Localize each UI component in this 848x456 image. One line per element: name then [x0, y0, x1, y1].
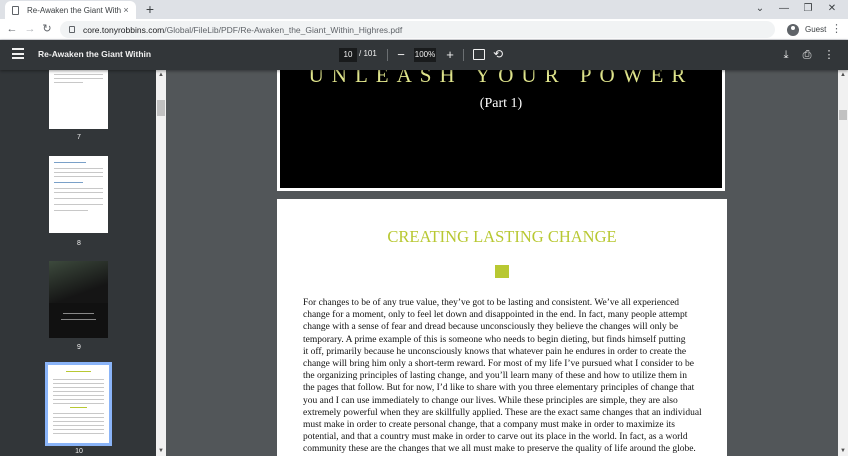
body-paragraph: For changes to be of any true value, the… — [303, 297, 709, 456]
zoom-in-button[interactable]: + — [443, 46, 457, 64]
thumbnail-page-7[interactable] — [49, 70, 108, 129]
pdf-page-10: CREATING LASTING CHANGE For changes to b… — [277, 199, 727, 456]
document-scrollbar[interactable]: ▲ ▼ — [838, 70, 848, 456]
text-line: the pages that follow. But for now, I’d … — [303, 383, 695, 394]
profile-label: Guest — [805, 25, 827, 34]
text-line: you and I can use immediately to change … — [303, 395, 678, 406]
forward-arrow-icon[interactable]: → — [23, 21, 37, 37]
text-line: extremely powerful when they are skillfu… — [303, 407, 702, 418]
more-options-icon[interactable]: ⋮ — [822, 47, 836, 63]
sidebar-scroll-thumb[interactable] — [157, 100, 165, 116]
thumbnail-number: 7 — [77, 134, 81, 141]
zoom-out-button[interactable]: − — [394, 46, 408, 64]
text-line: it off, primarily because he unconscious… — [303, 346, 687, 357]
text-line: community these are the changes that we … — [303, 444, 696, 455]
document-title: Re-Awaken the Giant Within — [38, 49, 152, 59]
tab-search-icon[interactable]: ⌄ — [748, 0, 772, 19]
url-path: /Global/FileLib/PDF/Re-Awaken_the_Giant_… — [164, 24, 403, 35]
guest-avatar-icon — [787, 23, 799, 36]
text-line: change for a moment, only to feel let do… — [303, 310, 688, 321]
browser-tab[interactable]: Re-Awaken the Giant Within × — [5, 1, 136, 19]
scroll-up-icon[interactable]: ▲ — [156, 70, 166, 80]
rotate-icon[interactable]: ⟲ — [492, 48, 504, 61]
address-bar[interactable]: core.tonyrobbins.com /Global/FileLib/PDF… — [60, 21, 775, 38]
separator — [387, 49, 388, 61]
scroll-up-icon[interactable]: ▲ — [838, 70, 848, 80]
close-tab-icon[interactable]: × — [121, 5, 131, 15]
chapter-heading: CREATING LASTING CHANGE — [387, 227, 617, 246]
sidebar-scrollbar[interactable]: ▲ ▼ — [156, 70, 166, 456]
menu-icon[interactable] — [12, 48, 24, 62]
minimize-button[interactable]: — — [772, 0, 796, 19]
thumbnail-page-8[interactable] — [49, 156, 108, 233]
page-total: / 101 — [359, 49, 377, 58]
url-host: core.tonyrobbins.com — [83, 24, 165, 35]
thumbnail-number: 9 — [77, 344, 81, 351]
close-window-button[interactable]: ✕ — [820, 0, 844, 19]
page-number-input[interactable]: 10 — [339, 48, 357, 62]
thumbnail-sidebar: 7 8 9 10 — [0, 70, 166, 456]
download-icon[interactable]: ⤓ — [779, 47, 793, 63]
text-line: the organizing principles of lasting cha… — [303, 371, 687, 382]
thumbnail-page-10-selected[interactable] — [45, 362, 112, 446]
back-arrow-icon[interactable]: ← — [5, 21, 19, 37]
pdf-toolbar: Re-Awaken the Giant Within 10 / 101 − 10… — [0, 40, 848, 70]
document-viewport[interactable]: UNLEASH YOUR POWER (Part 1) CREATING LAS… — [166, 70, 838, 456]
scroll-down-icon[interactable]: ▼ — [156, 446, 166, 456]
reload-icon[interactable]: ↻ — [40, 21, 54, 37]
print-icon[interactable]: ⎙ — [800, 47, 814, 63]
text-line: change with a sense of fear and dread be… — [303, 322, 679, 333]
pdf-page-part-title: UNLEASH YOUR POWER (Part 1) — [277, 70, 725, 191]
new-tab-button[interactable]: + — [143, 1, 157, 17]
zoom-input[interactable]: 100% — [414, 48, 436, 62]
text-line: For changes to be of any true value, the… — [303, 298, 680, 308]
tab-strip: Re-Awaken the Giant Within × + ⌄ — ❐ ✕ — [0, 0, 848, 19]
part-heading: UNLEASH YOUR POWER — [308, 70, 694, 87]
scroll-down-icon[interactable]: ▼ — [838, 446, 848, 456]
thumbnail-number: 10 — [75, 448, 83, 455]
profile-button[interactable]: Guest — [787, 22, 826, 37]
thumbnail-number: 8 — [77, 240, 81, 247]
fit-to-page-icon[interactable] — [473, 49, 485, 60]
decorative-square — [495, 265, 509, 278]
separator — [463, 49, 464, 61]
part-subheading: (Part 1) — [479, 96, 523, 111]
text-line: must make in order to create personal ch… — [303, 420, 675, 431]
lock-icon — [69, 26, 75, 33]
text-line: potential, and that a country must make … — [303, 432, 688, 443]
browser-menu-icon[interactable]: ⋮ — [831, 21, 842, 37]
text-line: temporary. A prime example of this is so… — [303, 334, 686, 345]
thumbnail-page-9[interactable] — [49, 261, 108, 338]
browser-toolbar: ← → ↻ core.tonyrobbins.com /Global/FileL… — [0, 19, 848, 40]
pdf-file-icon — [12, 5, 19, 15]
tab-title: Re-Awaken the Giant Within — [27, 5, 121, 15]
text-line: change will bring him only a short-term … — [303, 359, 694, 370]
document-scroll-thumb[interactable] — [839, 110, 847, 120]
restore-button[interactable]: ❐ — [796, 0, 820, 19]
